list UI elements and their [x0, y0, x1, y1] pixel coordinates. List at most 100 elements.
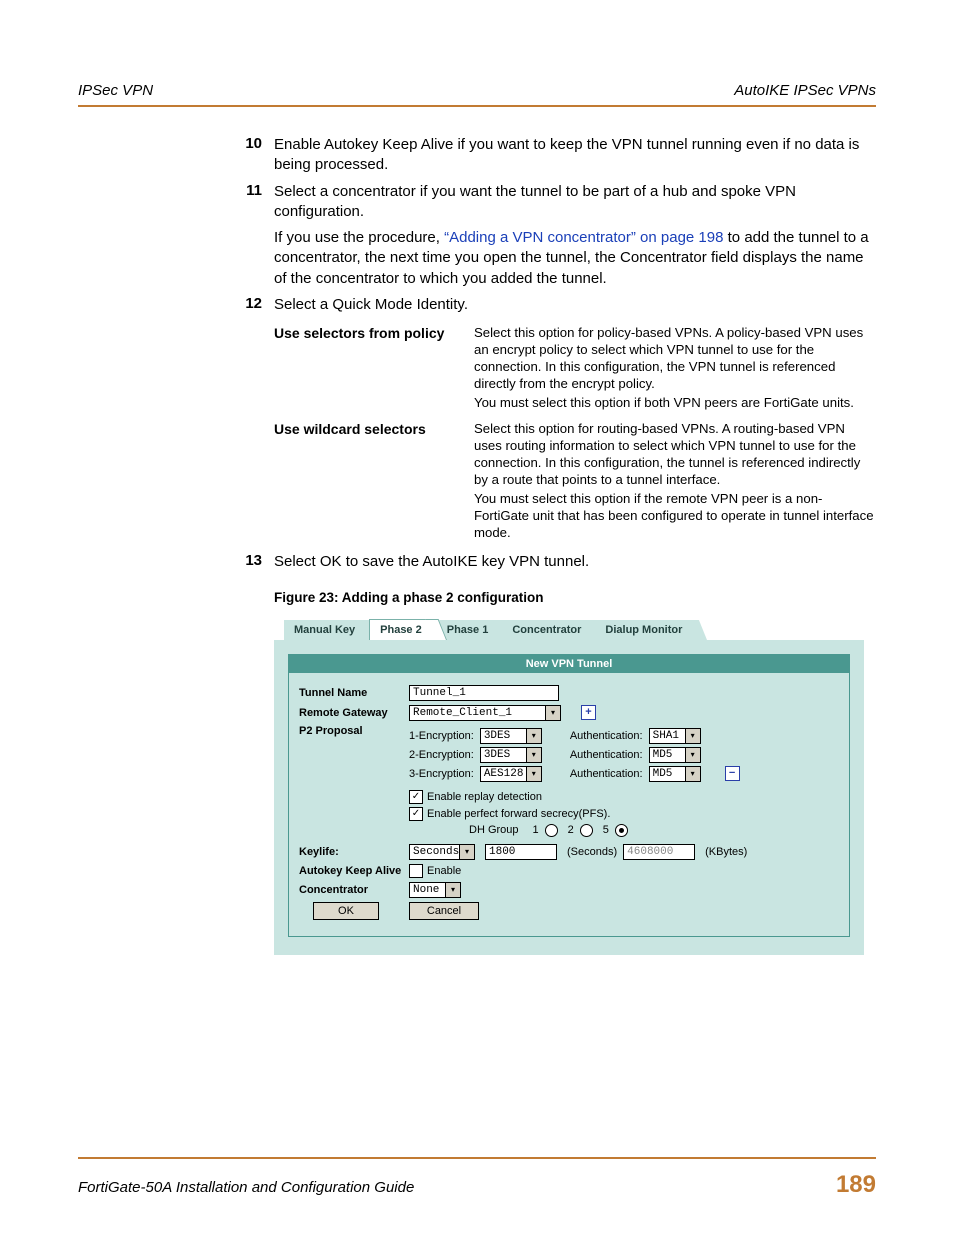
chevron-down-icon[interactable]: ▾: [545, 705, 561, 721]
chevron-down-icon[interactable]: ▾: [526, 766, 542, 782]
replay-checkbox[interactable]: ✓: [409, 790, 423, 804]
ok-button[interactable]: OK: [313, 902, 379, 920]
option-desc: Select this option for routing-based VPN…: [474, 421, 876, 489]
vpn-config-screenshot: Manual Key Phase 2 Phase 1 Concentrator …: [274, 615, 864, 955]
step-13: 13 Select OK to save the AutoIKE key VPN…: [230, 552, 876, 572]
replay-label: Enable replay detection: [427, 791, 542, 803]
content-area: 10 Enable Autokey Keep Alive if you want…: [230, 135, 876, 955]
step-12: 12 Select a Quick Mode Identity.: [230, 295, 876, 315]
autokey-checkbox[interactable]: [409, 864, 423, 878]
step-text: Select OK to save the AutoIKE key VPN tu…: [274, 552, 876, 572]
option-row: Use selectors from policy Select this op…: [274, 325, 876, 413]
note-pre: If you use the procedure,: [274, 229, 444, 246]
tab-label: Manual Key: [294, 624, 355, 636]
option-label: Use wildcard selectors: [274, 421, 474, 543]
remote-gateway-label: Remote Gateway: [299, 707, 409, 719]
header-right: AutoIKE IPSec VPNs: [734, 82, 876, 99]
dh2-label: 2: [568, 824, 574, 836]
auth1-select[interactable]: SHA1▾: [649, 728, 701, 744]
options-table: Use selectors from policy Select this op…: [274, 325, 876, 544]
tab-label: Concentrator: [512, 624, 581, 636]
xref-link[interactable]: “Adding a VPN concentrator” on page 198: [444, 229, 723, 246]
option-row: Use wildcard selectors Select this optio…: [274, 421, 876, 543]
remove-proposal-icon[interactable]: −: [725, 766, 740, 781]
concentrator-value: None: [409, 882, 445, 898]
tab-label: Phase 2: [380, 624, 422, 636]
step-text: Enable Autokey Keep Alive if you want to…: [274, 135, 876, 176]
dh-group-label: DH Group: [469, 824, 519, 836]
enc2-label: 2-Encryption:: [409, 749, 474, 761]
tunnel-name-input[interactable]: Tunnel_1: [409, 685, 559, 701]
tab-concentrator[interactable]: Concentrator: [502, 620, 595, 640]
kbytes-unit-label: (KBytes): [705, 846, 747, 858]
chevron-down-icon[interactable]: ▾: [685, 766, 701, 782]
enc3-value: AES128: [480, 766, 526, 782]
keylife-label: Keylife:: [299, 846, 409, 858]
p2-proposal-label: P2 Proposal: [299, 725, 409, 737]
enc1-select[interactable]: 3DES▾: [480, 728, 542, 744]
enc3-label: 3-Encryption:: [409, 768, 474, 780]
header-rule: [78, 105, 876, 107]
auth3-select[interactable]: MD5▾: [649, 766, 701, 782]
dh1-label: 1: [533, 824, 539, 836]
add-gateway-icon[interactable]: +: [581, 705, 596, 720]
new-vpn-panel: New VPN Tunnel Tunnel Name Tunnel_1 Remo…: [288, 654, 850, 937]
concentrator-label: Concentrator: [299, 884, 409, 896]
remote-gateway-value: Remote_Client_1: [409, 705, 545, 721]
figure-caption: Figure 23: Adding a phase 2 configuratio…: [274, 590, 876, 605]
tab-label: Dialup Monitor: [605, 624, 682, 636]
chevron-down-icon[interactable]: ▾: [459, 844, 475, 860]
seconds-unit-label: (Seconds): [567, 846, 617, 858]
tab-manual-key[interactable]: Manual Key: [284, 620, 369, 640]
tab-phase-2[interactable]: Phase 2: [369, 619, 437, 640]
step-note: If you use the procedure, “Adding a VPN …: [274, 228, 876, 289]
keylife-seconds-input[interactable]: 1800: [485, 844, 557, 860]
auth2-select[interactable]: MD5▾: [649, 747, 701, 763]
auth3-label: Authentication:: [570, 768, 643, 780]
step-number: 12: [230, 295, 274, 315]
dh5-radio[interactable]: [615, 824, 628, 837]
keylife-unit-select[interactable]: Seconds▾: [409, 844, 475, 860]
dh1-radio[interactable]: [545, 824, 558, 837]
dh2-radio[interactable]: [580, 824, 593, 837]
auth2-label: Authentication:: [570, 749, 643, 761]
panel-title: New VPN Tunnel: [289, 655, 849, 673]
step-11: 11 Select a concentrator if you want the…: [230, 182, 876, 289]
option-desc: Select this option for policy-based VPNs…: [474, 325, 876, 393]
page-number: 189: [836, 1171, 876, 1199]
footer-title: FortiGate-50A Installation and Configura…: [78, 1179, 414, 1196]
step-10: 10 Enable Autokey Keep Alive if you want…: [230, 135, 876, 176]
step-number: 13: [230, 552, 274, 572]
autokey-enable-label: Enable: [427, 865, 461, 877]
cancel-button[interactable]: Cancel: [409, 902, 479, 920]
keylife-kbytes-input[interactable]: 4608000: [623, 844, 695, 860]
pfs-checkbox[interactable]: ✓: [409, 807, 423, 821]
option-desc: You must select this option if the remot…: [474, 491, 876, 542]
enc2-select[interactable]: 3DES▾: [480, 747, 542, 763]
enc1-label: 1-Encryption:: [409, 730, 474, 742]
enc3-select[interactable]: AES128▾: [480, 766, 542, 782]
option-label: Use selectors from policy: [274, 325, 474, 413]
step-text: Select a Quick Mode Identity.: [274, 295, 876, 315]
tab-phase-1[interactable]: Phase 1: [437, 620, 503, 640]
footer-rule: [78, 1157, 876, 1159]
tab-dialup-monitor[interactable]: Dialup Monitor: [595, 620, 696, 640]
option-desc: You must select this option if both VPN …: [474, 395, 876, 412]
dh5-label: 5: [603, 824, 609, 836]
step-number: 11: [230, 182, 274, 289]
enc2-value: 3DES: [480, 747, 526, 763]
auth2-value: MD5: [649, 747, 685, 763]
tab-label: Phase 1: [447, 624, 489, 636]
pfs-label: Enable perfect forward secrecy(PFS).: [427, 808, 610, 820]
chevron-down-icon[interactable]: ▾: [526, 728, 542, 744]
remote-gateway-select[interactable]: Remote_Client_1 ▾: [409, 705, 561, 721]
chevron-down-icon[interactable]: ▾: [685, 728, 701, 744]
chevron-down-icon[interactable]: ▾: [445, 882, 461, 898]
chevron-down-icon[interactable]: ▾: [685, 747, 701, 763]
keylife-unit-value: Seconds: [409, 844, 459, 860]
header-left: IPSec VPN: [78, 82, 153, 99]
auth1-label: Authentication:: [570, 730, 643, 742]
auth3-value: MD5: [649, 766, 685, 782]
concentrator-select[interactable]: None▾: [409, 882, 461, 898]
chevron-down-icon[interactable]: ▾: [526, 747, 542, 763]
